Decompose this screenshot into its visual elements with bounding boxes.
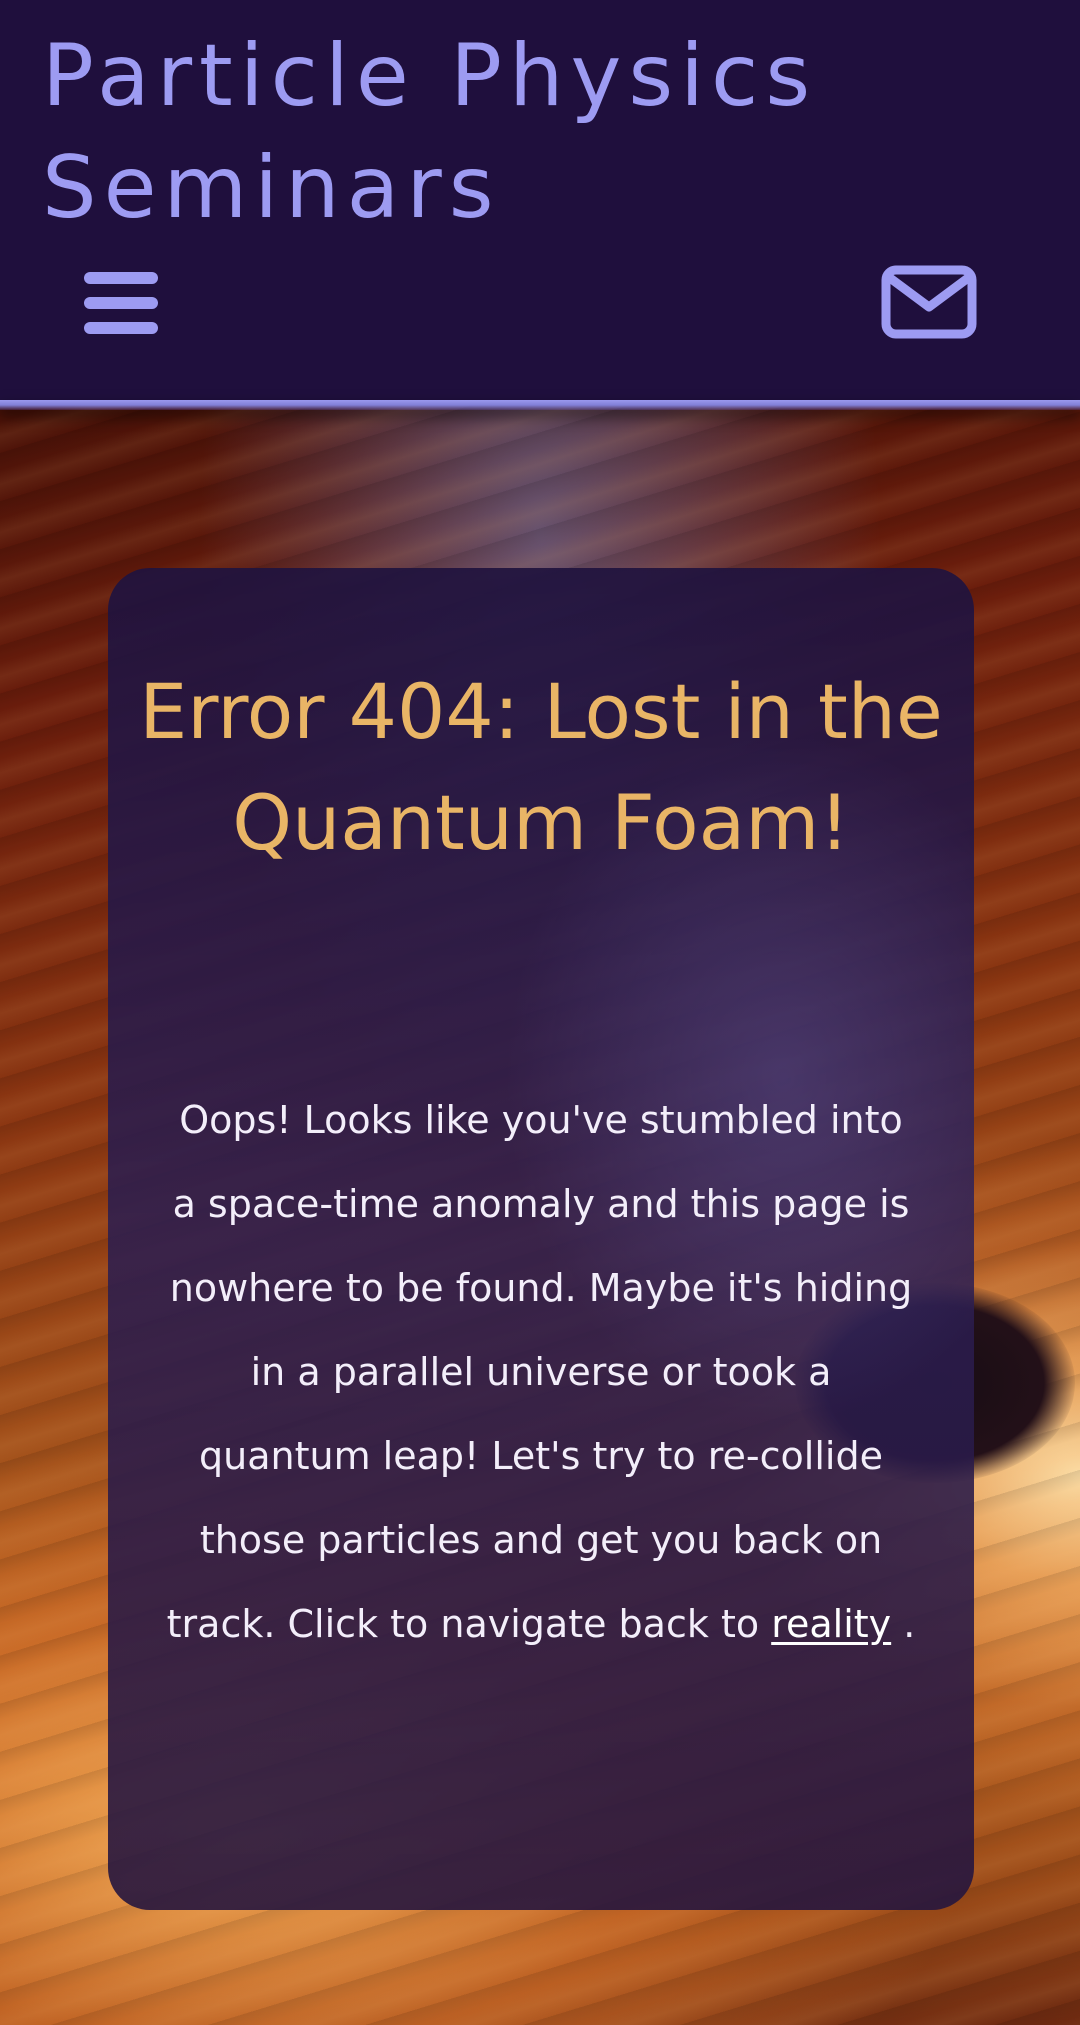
- reality-home-link[interactable]: reality: [771, 1602, 891, 1646]
- menu-button[interactable]: [78, 265, 164, 341]
- header-border: [0, 400, 1080, 410]
- error-message: Oops! Looks like you've stumbled into a …: [166, 1078, 916, 1666]
- error-message-end: .: [891, 1602, 916, 1646]
- error-title: Error 404: Lost in the Quantum Foam!: [139, 667, 943, 867]
- envelope-icon: [881, 265, 977, 339]
- error-message-text: Oops! Looks like you've stumbled into a …: [166, 1098, 913, 1646]
- hamburger-menu-icon: [84, 272, 158, 334]
- contact-mail-button[interactable]: [878, 262, 980, 342]
- error-card: Error 404: Lost in the Quantum Foam! Oop…: [108, 568, 974, 1910]
- site-title: Particle Physics Seminars: [42, 26, 818, 238]
- site-header: Particle Physics Seminars: [0, 0, 1080, 400]
